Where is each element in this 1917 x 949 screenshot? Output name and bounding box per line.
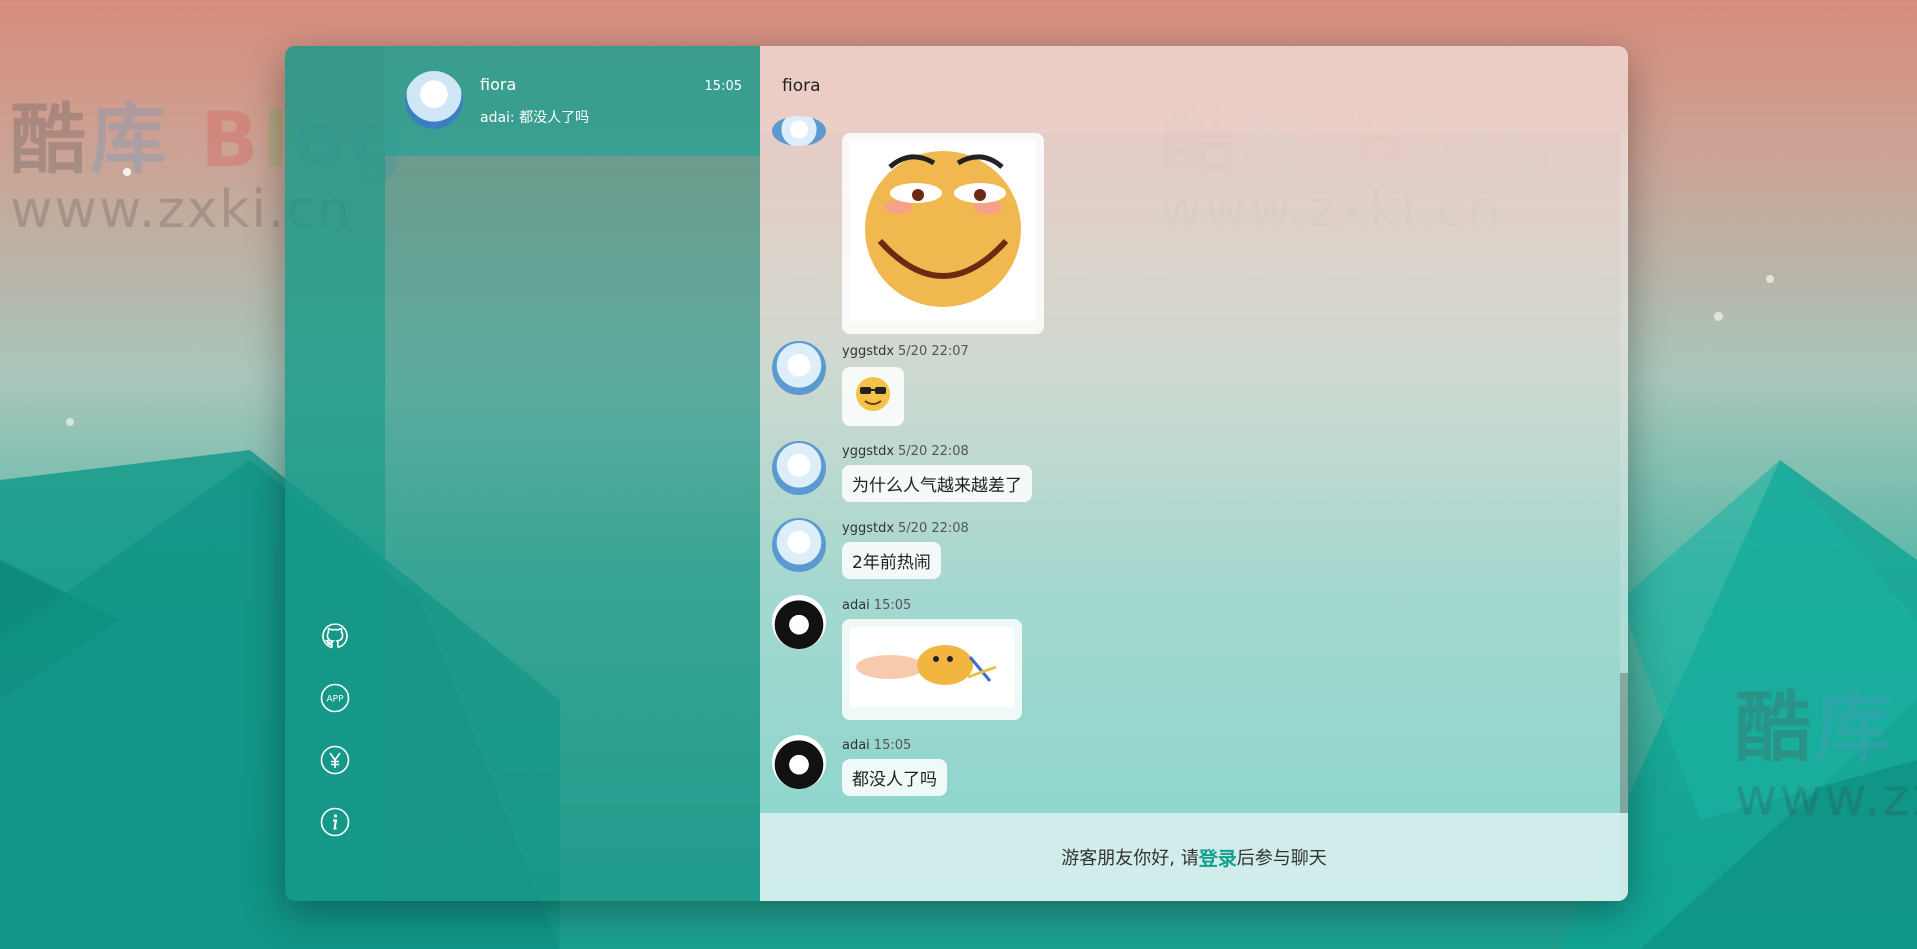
app-icon[interactable]: APP <box>319 682 351 714</box>
message-sticker-bubble <box>842 367 904 426</box>
footer-suffix: 后参与聊天 <box>1236 848 1327 869</box>
message-text-bubble: 为什么人气越来越差了 <box>842 465 1032 502</box>
message-username: yggstdx <box>842 344 895 359</box>
flying-cat-sticker <box>850 627 1014 707</box>
chat-panel: fiora yggstdx 5/20 22:07 yggstdx 5/20 22… <box>760 46 1628 901</box>
sidebar: APP <box>285 46 385 901</box>
github-icon[interactable] <box>319 620 351 652</box>
avatar <box>405 71 463 129</box>
message-time: 5/20 22:07 <box>898 344 969 359</box>
sunglasses-emoji-icon <box>856 377 890 411</box>
message-image-bubble[interactable] <box>842 619 1022 720</box>
star-dot <box>1766 275 1774 283</box>
footer-prefix: 游客朋友你好, 请 <box>1061 848 1199 869</box>
message-image-bubble <box>842 133 1044 334</box>
avatar <box>772 595 826 649</box>
yen-icon[interactable] <box>319 744 351 776</box>
guest-login-footer: 游客朋友你好, 请登录 后参与聊天 <box>760 813 1628 901</box>
message-meta: yggstdx 5/20 22:08 <box>842 444 969 459</box>
message-username: yggstdx <box>842 521 895 536</box>
message-username: adai <box>842 598 870 613</box>
grin-face-sticker <box>850 141 1036 321</box>
message-meta: adai 15:05 <box>842 738 911 753</box>
chat-app-window: APP fiora 15:05 adai: 都没人了吗 fiora yggstd… <box>285 46 1628 901</box>
message-time: 15:05 <box>873 598 912 613</box>
avatar <box>772 116 826 146</box>
info-icon[interactable] <box>319 806 351 838</box>
star-dot <box>66 418 74 426</box>
chat-header: fiora <box>760 46 1628 133</box>
message-meta: adai 15:05 <box>842 598 911 613</box>
conversation-list: fiora 15:05 adai: 都没人了吗 <box>385 46 760 901</box>
scrollbar[interactable] <box>1620 133 1628 901</box>
star-dot <box>1714 312 1723 321</box>
message-time: 15:05 <box>873 738 912 753</box>
conversation-time: 15:05 <box>704 79 742 94</box>
app-icon-label: APP <box>326 695 344 705</box>
message-time: 5/20 22:08 <box>898 444 969 459</box>
message-username: adai <box>842 738 870 753</box>
message-meta: yggstdx 5/20 22:07 <box>842 344 969 359</box>
message-username: yggstdx <box>842 444 895 459</box>
conversation-item-fiora[interactable]: fiora 15:05 adai: 都没人了吗 <box>385 46 760 156</box>
message-meta: yggstdx 5/20 22:08 <box>842 521 969 536</box>
chat-title: fiora <box>782 76 821 96</box>
avatar <box>772 735 826 789</box>
avatar <box>772 518 826 572</box>
avatar <box>772 341 826 395</box>
star-dot <box>123 168 131 176</box>
message-text-bubble: 都没人了吗 <box>842 759 947 796</box>
message-text-bubble: 2年前热闹 <box>842 542 941 579</box>
avatar <box>772 441 826 495</box>
conversation-preview: adai: 都没人了吗 <box>480 110 590 126</box>
conversation-name: fiora <box>480 75 517 94</box>
login-link[interactable]: 登录 <box>1199 844 1237 871</box>
message-time: 5/20 22:08 <box>898 521 969 536</box>
